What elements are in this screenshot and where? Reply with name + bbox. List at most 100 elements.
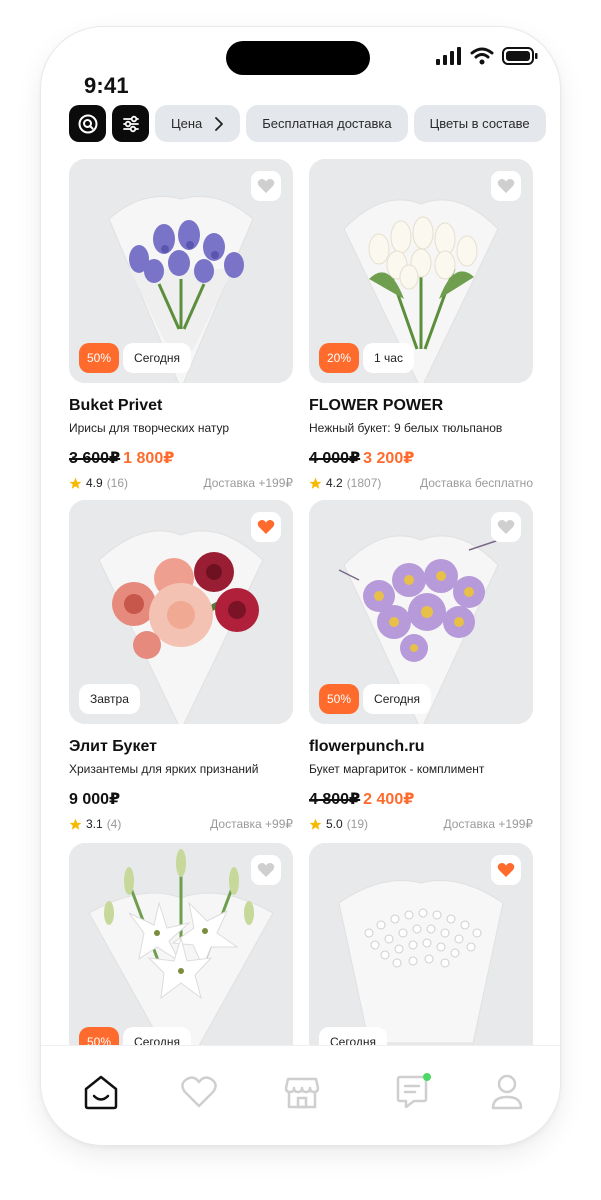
old-price: 4 000₽: [309, 450, 361, 467]
rating-value: 4.9: [86, 476, 103, 490]
product-title[interactable]: FLOWER POWER: [309, 397, 533, 415]
product-description: Нежный букет: 9 белых тюльпанов: [309, 421, 503, 435]
chevron-right-icon: [215, 116, 224, 131]
product-meta: 4.2 (1807) Доставка бесплатно: [309, 476, 533, 490]
filter-chip-label: Цветы в составе: [429, 116, 530, 131]
heart-filled-icon: [497, 863, 515, 877]
rating: 3.1 (4): [69, 817, 121, 831]
tab-home[interactable]: [81, 1072, 121, 1112]
heart-icon: [257, 863, 275, 877]
status-icons: [436, 47, 538, 65]
product-badges: 20% 1 час: [319, 343, 414, 373]
review-count: (4): [106, 817, 122, 831]
product-title[interactable]: Элит Букет: [69, 738, 293, 756]
product-image[interactable]: Завтра: [69, 500, 293, 724]
product-card[interactable]: 50% Сегодня Buket Privet Ирисы для творч…: [69, 159, 293, 490]
price: 9 000₽: [69, 791, 121, 808]
old-price: 3 600₽: [69, 450, 121, 467]
rating-value: 4.2: [326, 476, 343, 490]
discount-badge: 50%: [79, 343, 120, 373]
product-title[interactable]: flowerpunch.ru: [309, 738, 533, 756]
product-description: Хризантемы для ярких признаний: [69, 762, 259, 776]
product-card[interactable]: 50% Сегодня flowerpunch.ru Букет маргари…: [309, 500, 533, 831]
product-meta: 4.9 (16) Доставка +199₽: [69, 476, 293, 490]
sliders-icon: [122, 115, 139, 132]
tab-favorites[interactable]: [179, 1072, 219, 1112]
discount-badge: 20%: [319, 343, 360, 373]
product-description: Букет маргариток - комплимент: [309, 762, 485, 776]
favorite-button[interactable]: [491, 171, 521, 201]
favorite-button[interactable]: [251, 171, 281, 201]
filter-chip-free-delivery[interactable]: Бесплатная доставка: [246, 105, 408, 142]
review-count: (19): [346, 817, 369, 831]
rating: 5.0 (19): [309, 817, 368, 831]
search-button[interactable]: [69, 105, 106, 142]
status-time: 9:41: [84, 73, 129, 98]
product-image[interactable]: 20% 1 час: [309, 159, 533, 383]
delivery-cost: Доставка бесплатно: [420, 476, 533, 490]
shop-icon: [284, 1077, 320, 1109]
delivery-cost: Доставка +199₽: [203, 476, 293, 490]
favorite-button[interactable]: [251, 512, 281, 542]
heart-icon: [497, 179, 515, 193]
product-card[interactable]: 20% 1 час FLOWER POWER Нежный букет: 9 б…: [309, 159, 533, 490]
favorite-button[interactable]: [251, 855, 281, 885]
star-icon: [69, 818, 82, 830]
product-badges: Завтра: [79, 684, 140, 714]
delivery-cost: Доставка +99₽: [210, 817, 293, 831]
product-title[interactable]: Buket Privet: [69, 397, 293, 415]
old-price: 4 800₽: [309, 791, 361, 808]
star-icon: [309, 477, 322, 489]
heart-icon: [257, 179, 275, 193]
star-icon: [69, 477, 82, 489]
wifi-icon: [470, 47, 494, 65]
delivery-time-badge: Сегодня: [123, 343, 192, 373]
star-icon: [309, 818, 322, 830]
phone-frame: 9:41 Цена Бесплатная доставка Цветы в со…: [41, 27, 560, 1145]
review-count: (16): [106, 476, 129, 490]
product-image[interactable]: Сегодня: [309, 843, 533, 1067]
filter-bar: Цена Бесплатная доставка Цветы в составе: [69, 105, 546, 142]
filter-chip-flowers[interactable]: Цветы в составе: [413, 105, 546, 142]
favorite-button[interactable]: [491, 855, 521, 885]
filter-settings-button[interactable]: [112, 105, 149, 142]
product-description: Ирисы для творческих натур: [69, 421, 230, 435]
signal-icon: [436, 47, 461, 65]
product-prices: 3 600₽ 1 800₽: [69, 448, 293, 468]
product-prices: 4 000₽ 3 200₽: [309, 448, 533, 468]
product-image[interactable]: 50% Сегодня: [69, 159, 293, 383]
product-meta: 5.0 (19) Доставка +199₽: [309, 817, 533, 831]
dynamic-island: [226, 41, 370, 75]
rating: 4.2 (1807): [309, 476, 381, 490]
filter-chip-price[interactable]: Цена: [155, 105, 241, 142]
heart-filled-icon: [257, 520, 275, 534]
home-icon: [84, 1075, 118, 1110]
product-image[interactable]: 50% Сегодня: [309, 500, 533, 724]
product-badges: 50% Сегодня: [79, 343, 192, 373]
filter-chip-label: Бесплатная доставка: [262, 116, 392, 131]
product-badges: 50% Сегодня: [319, 684, 432, 714]
sale-price: 1 800₽: [123, 450, 175, 467]
product-card[interactable]: Завтра Элит Букет Хризантемы для ярких п…: [69, 500, 293, 831]
tab-messages[interactable]: [393, 1072, 433, 1112]
product-meta: 3.1 (4) Доставка +99₽: [69, 817, 293, 831]
favorite-button[interactable]: [491, 512, 521, 542]
product-card[interactable]: 50% Сегодня: [69, 843, 293, 1067]
delivery-time-badge: Завтра: [79, 684, 140, 714]
tab-shops[interactable]: [282, 1072, 322, 1112]
notification-dot: [423, 1073, 431, 1081]
product-image[interactable]: 50% Сегодня: [69, 843, 293, 1067]
product-card[interactable]: Сегодня: [309, 843, 533, 1067]
sale-price: 2 400₽: [363, 791, 415, 808]
sale-price: 3 200₽: [363, 450, 415, 467]
filter-chip-label: Цена: [171, 116, 203, 131]
search-icon: [78, 114, 97, 133]
tab-profile[interactable]: [487, 1072, 527, 1112]
screen: 9:41 Цена Бесплатная доставка Цветы в со…: [41, 27, 560, 1145]
product-prices: 9 000₽: [69, 789, 293, 809]
delivery-time-badge: Сегодня: [363, 684, 432, 714]
rating: 4.9 (16): [69, 476, 128, 490]
heart-icon: [181, 1076, 217, 1108]
rating-value: 5.0: [326, 817, 343, 831]
delivery-cost: Доставка +199₽: [443, 817, 533, 831]
